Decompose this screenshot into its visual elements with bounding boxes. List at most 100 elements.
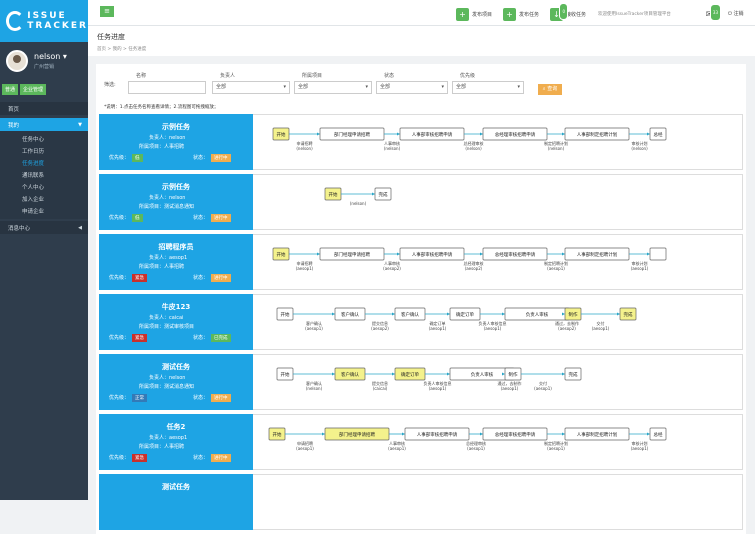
instructions-note: *说明：1.点击任务名称查看详情；2.流程图可拖拽缩放； — [104, 105, 219, 110]
sidebar-item-apply-company[interactable]: 申请企业 — [0, 205, 88, 217]
flow-edge-caption: (aesop1) — [296, 266, 314, 271]
task-name-link[interactable]: 示例任务 — [99, 122, 253, 132]
sidebar-item-join-company[interactable]: 加入企业 — [0, 193, 88, 205]
flow-node-label: 总经理审核招聘申请 — [495, 131, 536, 138]
sidebar-item-messages[interactable]: 消息中心 ◀ — [0, 221, 88, 234]
publish-project-button[interactable]: + 发布项目 — [456, 8, 492, 21]
flow-node-label: 开始 — [277, 251, 286, 258]
sidebar-submenu: 任务中心 工作日历 任务进度 通讯联系 个人中心 加入企业 申请企业 — [0, 131, 88, 219]
task-name-link[interactable]: 招聘程序员 — [99, 242, 253, 252]
flow-edge-caption: (aesop1) — [388, 446, 406, 451]
logout-button[interactable]: ⏻ 注销 — [728, 10, 744, 17]
workflow-diagram[interactable]: 开始 申请招聘 (nelson) 部门经理申请招聘 人事审核 (nelson) 人事部审核招… — [253, 114, 743, 170]
workflow-diagram[interactable]: 开始 申请招聘 (aesop1) 部门经理申请招聘 人事审核 (aesop2) 人事部审核招… — [253, 234, 743, 290]
user-profile[interactable]: nelson ▾ 广州营销 — [0, 42, 88, 80]
arrow-head — [480, 132, 483, 136]
priority-badge: 紧急 — [132, 274, 148, 282]
task-name-link[interactable]: 牛皮123 — [99, 302, 253, 312]
task-name-link[interactable]: 测试任务 — [99, 362, 253, 372]
flow-node-label: 总经 — [654, 431, 663, 438]
menu-toggle-button[interactable]: ≡ — [100, 6, 114, 17]
task-row: 招聘程序员 负责人：aesop1 所属项目：人事招聘 优先级： 紧急 状态： 进行中 开始 申请… — [99, 234, 743, 291]
status-label: 状态： — [193, 455, 209, 461]
sidebar-item-task-center[interactable]: 任务中心 — [0, 133, 88, 145]
sidebar-item-task-progress[interactable]: 任务进度 — [0, 157, 88, 169]
notification-button[interactable]: ✉33 — [703, 4, 721, 22]
flow-node-label: 总经 — [654, 131, 663, 138]
breadcrumb[interactable]: 首页 > 我的 > 任务进度 — [97, 46, 746, 52]
caret-down-icon: ▾ — [365, 84, 368, 90]
workflow-diagram[interactable] — [253, 474, 743, 530]
flow-edge-caption: (aesop1) — [484, 326, 502, 331]
arrow-head — [332, 312, 335, 316]
project-filter-select[interactable]: 全部 ▾ — [294, 81, 372, 94]
arrow-head — [647, 132, 650, 136]
flow-node-label: 负责人审核 — [526, 311, 549, 318]
receive-badge: 0 — [559, 3, 568, 20]
task-priority: 优先级：低 — [109, 214, 143, 222]
arrow-head — [562, 432, 565, 436]
arrow-head — [372, 192, 375, 196]
name-filter-input[interactable] — [128, 81, 206, 94]
task-status: 状态： 进行中 — [193, 394, 231, 402]
task-row: 牛皮123 负责人：caicai 所属项目：测试审核项目 优先级： 紧急 状态： 已完成 开始… — [99, 294, 743, 351]
priority-label: 优先级： — [109, 395, 130, 401]
workflow-diagram[interactable]: 开始 客户确认 (aesop1) 客户确认 提交信息 (aesop2) 客户确认 确定订单 (a… — [253, 294, 743, 350]
user-name[interactable]: nelson ▾ — [34, 52, 67, 61]
task-name-link[interactable]: 任务2 — [99, 422, 253, 432]
status-label: 状态： — [193, 335, 209, 341]
logo-line1: ISSUE — [27, 11, 67, 21]
search-label: 查询 — [547, 86, 558, 92]
priority-label: 优先级： — [109, 335, 130, 341]
task-card: 示例任务 负责人：nelson 所属项目：测试消息通知 优先级：低 状态： 进行中 — [99, 174, 253, 230]
task-name-link[interactable]: 测试任务 — [99, 482, 253, 492]
task-status: 状态： 进行中 — [193, 454, 231, 462]
sidebar-item-profile[interactable]: 个人中心 — [0, 181, 88, 193]
priority-badge: 低 — [132, 214, 143, 222]
task-card: 牛皮123 负责人：caicai 所属项目：测试审核项目 优先级： 紧急 状态： 已完成 — [99, 294, 253, 350]
priority-filter-select[interactable]: 全部 ▾ — [452, 81, 524, 94]
caret-down-icon: ▾ — [441, 84, 444, 90]
priority-label: 优先级： — [109, 215, 130, 221]
flow-node-label: 开始 — [273, 431, 282, 438]
task-status: 状态： 进行中 — [193, 274, 231, 282]
role-normal-button[interactable]: 普通 — [2, 83, 19, 95]
flow-edge-caption: (nelson) — [465, 146, 482, 151]
flow-node-label: 人事部审核招聘申请 — [412, 131, 453, 138]
workflow-diagram[interactable]: 开始 客户确认 (nelson) 客户确认 提交信息 (caicai) 确定订单 负责人审核信… — [253, 354, 743, 410]
owner-filter-select[interactable]: 全部 ▾ — [212, 81, 290, 94]
home-label: 首页 — [8, 106, 20, 113]
sidebar-item-calendar[interactable]: 工作日历 — [0, 145, 88, 157]
status-label: 状态： — [193, 395, 209, 401]
arrow-head — [317, 132, 320, 136]
flow-node-label: 总经理审核招聘申请 — [495, 251, 536, 258]
publish-task-button[interactable]: + 发布任务 — [503, 8, 539, 21]
role-admin-button[interactable]: 企业管理 — [20, 83, 47, 95]
user-dept: 广州营销 — [34, 64, 55, 70]
flow-edge-caption: (nelson) — [384, 146, 401, 151]
flow-node[interactable] — [649, 247, 667, 261]
flow-node-label: 确定订单 — [401, 371, 419, 378]
workflow-diagram[interactable]: 开始 (nelson) 完成 — [253, 174, 743, 230]
task-priority: 优先级： 紧急 — [109, 454, 148, 462]
caret-down-icon: ▾ — [283, 84, 286, 90]
receive-task-button[interactable]: ↓ 0 接收任务 — [550, 3, 586, 21]
task-row: 测试任务 — [99, 474, 743, 531]
priority-label: 优先级： — [109, 275, 130, 281]
search-button[interactable]: ⌕ 查询 — [538, 84, 562, 95]
status-filter-select[interactable]: 全部 ▾ — [376, 81, 448, 94]
workflow-diagram[interactable]: 开始 申请招聘 (aesop1) 部门经理申请招聘 人事审核 (aesop1) 人事部审核招… — [253, 414, 743, 470]
sidebar-item-contacts[interactable]: 通讯联系 — [0, 169, 88, 181]
task-project: 所属项目：测试审核项目 — [139, 324, 195, 330]
task-owner: 负责人：nelson — [149, 375, 186, 381]
task-name-link[interactable]: 示例任务 — [99, 182, 253, 192]
project-filter-value: 全部 — [298, 84, 309, 90]
priority-badge: 正常 — [132, 394, 148, 402]
flow-node-label: 开始 — [277, 131, 286, 138]
task-row: 示例任务 负责人：nelson 所属项目：人事招聘 优先级：低状态： 进行中 开始 申请招聘… — [99, 114, 743, 171]
task-project: 所属项目：测试消息通知 — [139, 204, 195, 210]
flow-edge-caption: (aesop1) — [547, 266, 565, 271]
logo[interactable]: ISSUE TRACKER — [0, 0, 88, 42]
sidebar-item-mine[interactable]: 我的 ▼ — [0, 118, 88, 131]
sidebar-item-home[interactable]: 首页 — [0, 102, 88, 115]
